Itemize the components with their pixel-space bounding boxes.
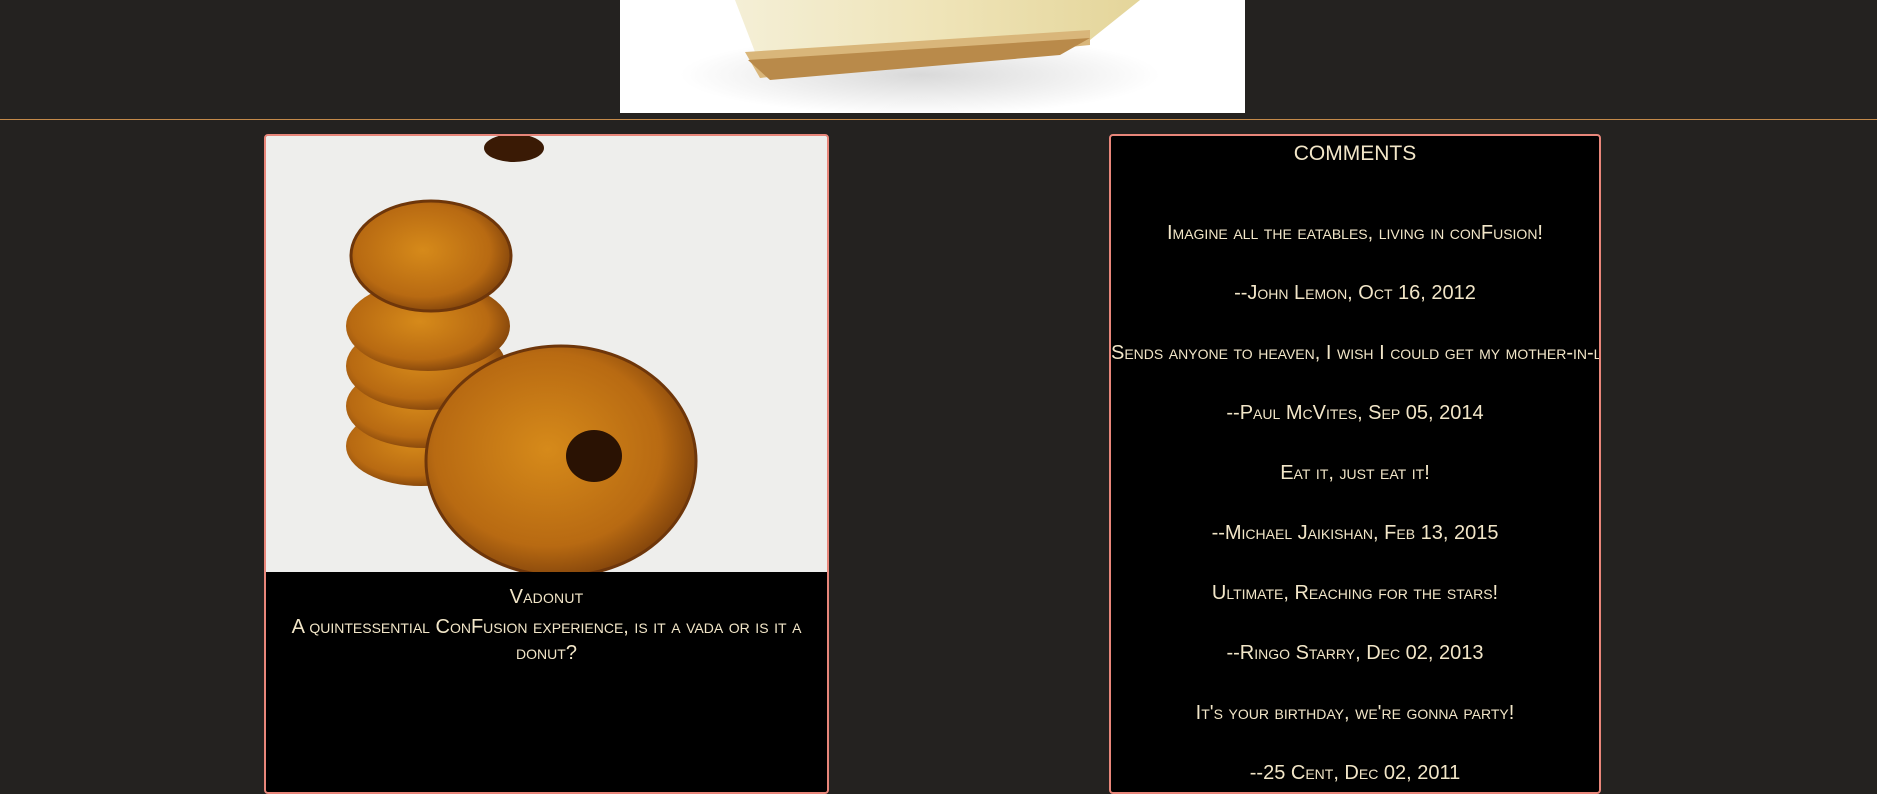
dish-image xyxy=(266,136,827,572)
comment-author: --25 Cent, Dec 02, 2011 xyxy=(1249,762,1461,784)
dish-card[interactable]: Vadonut A quintessential ConFusion exper… xyxy=(264,134,829,794)
comment-item: Ultimate, Reaching for the stars! --Ring… xyxy=(1111,578,1599,668)
comments-title: COMMENTS xyxy=(1293,142,1417,165)
comment-author: --Michael Jaikishan, Feb 13, 2015 xyxy=(1211,522,1499,544)
comment-item: Sends anyone to heaven, I wish I could g… xyxy=(1111,338,1599,428)
comment-author: --Ringo Starry, Dec 02, 2013 xyxy=(1226,642,1484,664)
section-divider xyxy=(0,119,1877,120)
comment-text: Sends anyone to heaven, I wish I could g… xyxy=(1111,342,1601,364)
comment-item: Imagine all the eatables, living in conF… xyxy=(1111,218,1599,308)
comment-text: Eat it, just eat it! xyxy=(1280,462,1430,484)
comment-text: It's your birthday, we're gonna party! xyxy=(1195,702,1515,724)
comment-item: Eat it, just eat it! --Michael Jaikishan… xyxy=(1111,458,1599,548)
comment-author: --Paul McVites, Sep 05, 2014 xyxy=(1226,402,1484,424)
cake-image xyxy=(620,0,1245,113)
comment-text: Imagine all the eatables, living in conF… xyxy=(1166,222,1543,244)
dish-description: A quintessential ConFusion experience, i… xyxy=(291,616,802,664)
donut-stack-photo-icon xyxy=(266,136,827,572)
comments-list: Imagine all the eatables, living in conF… xyxy=(1111,218,1599,788)
dish-name: Vadonut xyxy=(509,586,584,608)
cake-photo-icon xyxy=(620,0,1245,113)
comment-author: --John Lemon, Oct 16, 2012 xyxy=(1234,282,1476,304)
comments-card: COMMENTS Imagine all the eatables, livin… xyxy=(1109,134,1601,794)
comment-text: Ultimate, Reaching for the stars! xyxy=(1211,582,1499,604)
